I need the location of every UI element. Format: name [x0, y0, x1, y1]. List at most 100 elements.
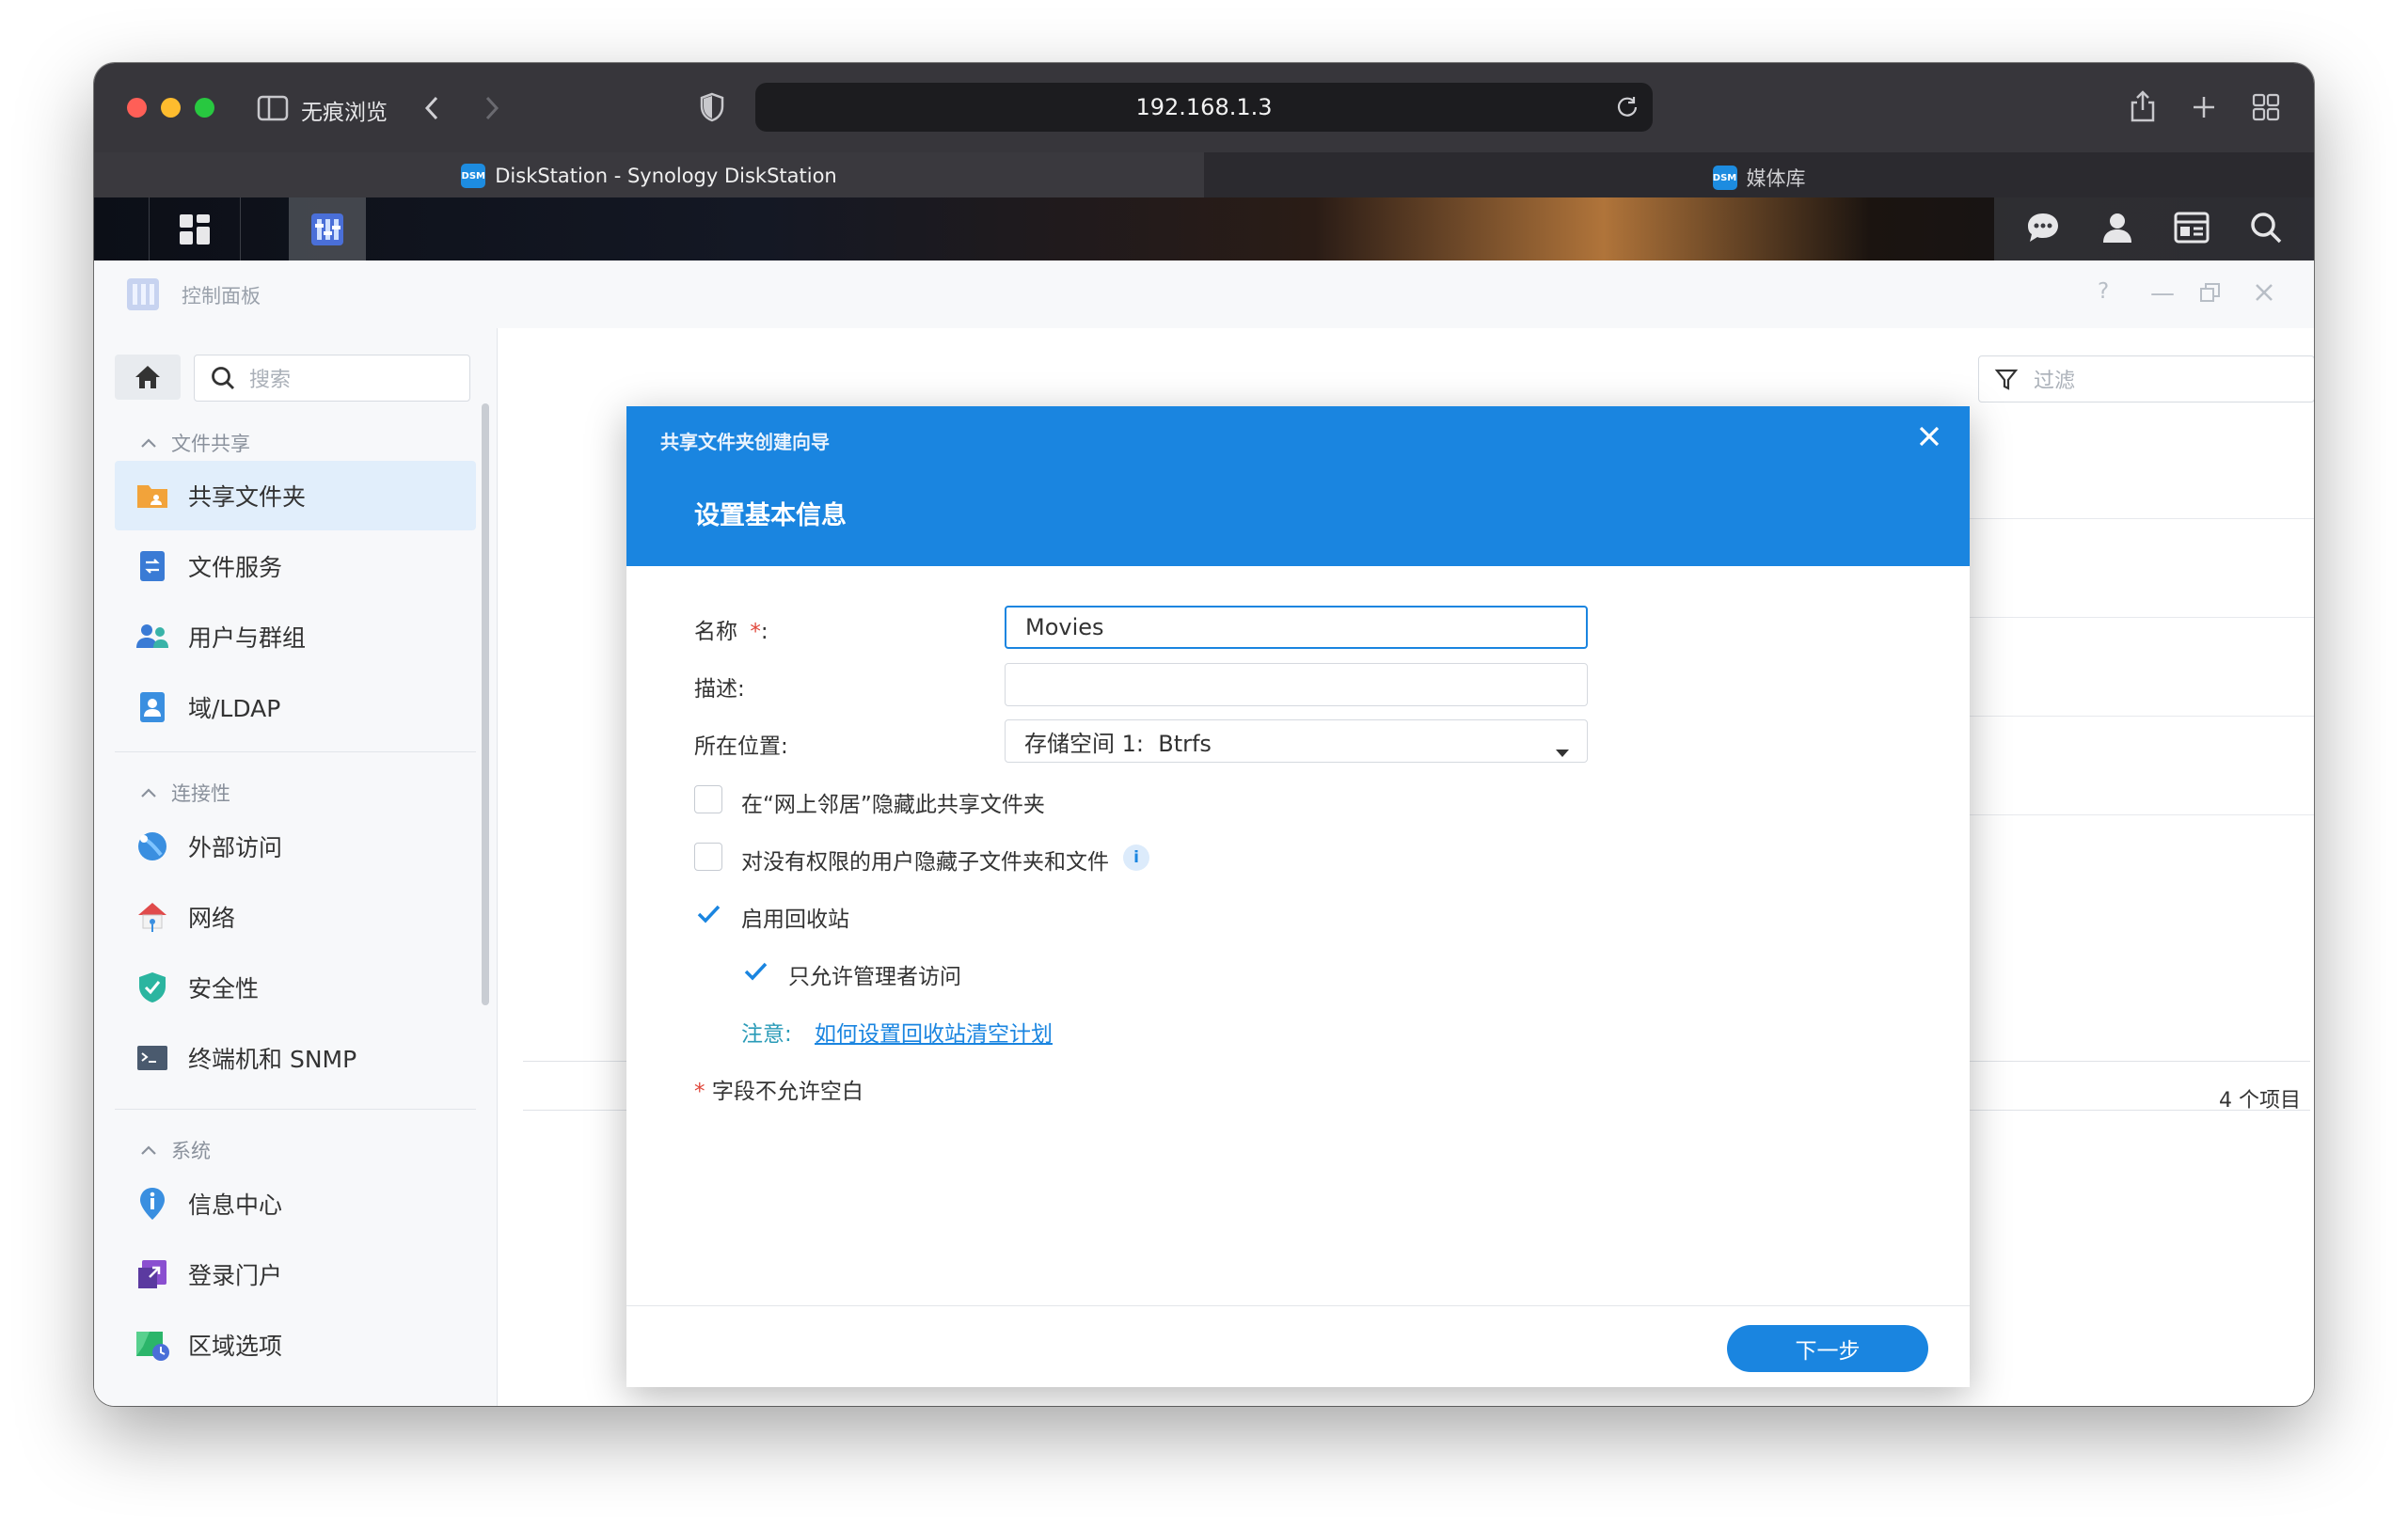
sidebar-item-security[interactable]: 安全性: [115, 953, 476, 1022]
control-panel-icon: [311, 213, 343, 245]
private-browsing-label: 无痕浏览: [301, 101, 388, 125]
filter-input[interactable]: 过滤: [1978, 355, 2314, 402]
hide-in-network-label: 在“网上邻居”隐藏此共享文件夹: [741, 793, 1045, 817]
address-text: 192.168.1.3: [1135, 94, 1273, 120]
sidebar-item-shared-folder[interactable]: 共享文件夹: [115, 461, 476, 530]
dsm-taskbar: [94, 197, 2314, 260]
back-icon[interactable]: [418, 91, 446, 125]
sidebar-item-info-center[interactable]: 信息中心: [115, 1169, 476, 1239]
new-tab-icon[interactable]: [2188, 91, 2220, 123]
main-menu-button[interactable]: [149, 197, 241, 260]
control-panel-taskbar-button[interactable]: [289, 197, 366, 260]
location-label: 所在位置:: [694, 734, 788, 759]
help-icon[interactable]: ?: [2098, 279, 2109, 304]
sidebar-item-external-access[interactable]: 外部访问: [115, 812, 476, 881]
minimize-window-button[interactable]: [161, 98, 181, 118]
home-button[interactable]: [115, 355, 181, 400]
admin-only-label: 只允许管理者访问: [788, 965, 961, 989]
enable-recycle-bin-checkbox[interactable]: [694, 900, 722, 928]
tab-overview-icon[interactable]: [2250, 91, 2282, 123]
share-icon[interactable]: [2126, 87, 2160, 125]
description-input[interactable]: [1005, 663, 1588, 706]
checkmark-icon: [744, 962, 768, 981]
sidebar-item-login-portal[interactable]: 登录门户: [115, 1239, 476, 1309]
browser-window: 无痕浏览 192.168.1.3 DSM DiskStation - Synol…: [94, 63, 2314, 1406]
app-grid-icon: [180, 213, 210, 245]
minimize-icon[interactable]: —: [2150, 279, 2175, 308]
login-portal-icon: [134, 1255, 171, 1293]
dialog-header: 共享文件夹创建向导 设置基本信息: [626, 406, 1970, 566]
chevron-up-icon: [141, 1145, 156, 1155]
sidebar: 搜索 文件共享 共享文件夹 文件服务 用户与群组 域/LDAP 连接性 外部访问…: [94, 328, 498, 1406]
hide-in-network-checkbox[interactable]: [694, 785, 722, 813]
chevron-up-icon: [141, 788, 156, 797]
hide-subfolders-label: 对没有权限的用户隐藏子文件夹和文件: [741, 850, 1109, 875]
sidebar-item-regional-options[interactable]: 区域选项: [115, 1310, 476, 1380]
checkmark-icon: [697, 905, 721, 923]
sidebar-toggle-icon[interactable]: [256, 91, 290, 125]
enable-recycle-bin-label: 启用回收站: [741, 908, 849, 932]
sidebar-item-network[interactable]: 网络: [115, 882, 476, 952]
reload-icon[interactable]: [1615, 94, 1640, 124]
search-icon: [212, 367, 234, 389]
tab-label: 媒体库: [1746, 167, 1806, 190]
hide-subfolders-checkbox[interactable]: [694, 843, 722, 871]
note-label: 注意:: [741, 1022, 792, 1047]
network-icon: [134, 898, 171, 936]
file-services-icon: [134, 547, 171, 585]
close-icon: [1919, 426, 1940, 447]
sidebar-divider: [115, 1109, 476, 1110]
regional-options-icon: [134, 1326, 171, 1364]
dsm-favicon-icon: DSM: [1712, 166, 1737, 190]
chevron-up-icon: [141, 438, 156, 448]
sidebar-search-input[interactable]: 搜索: [194, 355, 470, 402]
privacy-shield-icon[interactable]: [696, 90, 728, 124]
forward-icon[interactable]: [478, 91, 506, 125]
step-title: 设置基本信息: [694, 501, 847, 530]
info-pin-icon: [134, 1185, 171, 1223]
shared-folder-wizard-dialog: 共享文件夹创建向导 设置基本信息 名称 *: Movies 描述: 所在位置: …: [626, 406, 1970, 1387]
sidebar-item-users-groups[interactable]: 用户与群组: [115, 602, 476, 671]
chat-icon[interactable]: [2025, 211, 2061, 248]
search-placeholder: 搜索: [249, 369, 292, 392]
sidebar-scrollbar[interactable]: [482, 403, 489, 1005]
address-bar[interactable]: 192.168.1.3: [755, 83, 1653, 132]
users-icon: [134, 618, 171, 655]
sidebar-item-terminal-snmp[interactable]: 终端机和 SNMP: [115, 1023, 476, 1093]
sidebar-item-file-services[interactable]: 文件服务: [115, 531, 476, 601]
tab-label: DiskStation - Synology DiskStation: [495, 165, 837, 187]
zoom-window-button[interactable]: [195, 98, 214, 118]
sidebar-divider: [115, 751, 476, 752]
filter-icon: [1994, 369, 2019, 390]
section-connectivity[interactable]: 连接性: [139, 779, 230, 807]
dialog-close-button[interactable]: [1917, 423, 1941, 456]
search-icon[interactable]: [2249, 211, 2283, 248]
taskbar-tray: [1994, 197, 2314, 260]
filter-placeholder: 过滤: [2034, 370, 2076, 393]
name-input[interactable]: Movies: [1005, 606, 1588, 649]
user-icon[interactable]: [2100, 211, 2134, 248]
required-field-note: * 字段不允许空白: [694, 1080, 863, 1104]
section-file-sharing[interactable]: 文件共享: [139, 429, 250, 457]
restore-icon[interactable]: [2199, 281, 2222, 310]
wizard-title: 共享文件夹创建向导: [660, 431, 830, 453]
terminal-icon: [134, 1039, 171, 1077]
widgets-icon[interactable]: [2174, 212, 2210, 247]
recycle-bin-schedule-link[interactable]: 如何设置回收站清空计划: [815, 1016, 1053, 1048]
section-system[interactable]: 系统: [139, 1136, 211, 1164]
name-label: 名称 *:: [694, 620, 768, 644]
location-select[interactable]: 存储空间 1: Btrfs: [1005, 719, 1588, 763]
close-icon[interactable]: [2254, 281, 2274, 309]
close-window-button[interactable]: [127, 98, 147, 118]
app-title-bar: 控制面板 ? —: [94, 260, 2314, 329]
dsm-favicon-icon: DSM: [461, 164, 486, 188]
caret-down-icon: [1555, 737, 1570, 764]
control-panel-icon: [124, 276, 162, 317]
shared-folder-icon: [134, 477, 171, 514]
required-mark: *: [750, 620, 761, 644]
item-count: 4 个项目: [2219, 1089, 2301, 1113]
info-icon[interactable]: i: [1123, 844, 1149, 871]
admin-only-checkbox[interactable]: [741, 957, 769, 986]
sidebar-item-domain-ldap[interactable]: 域/LDAP: [115, 672, 476, 742]
next-button[interactable]: 下一步: [1727, 1325, 1928, 1372]
